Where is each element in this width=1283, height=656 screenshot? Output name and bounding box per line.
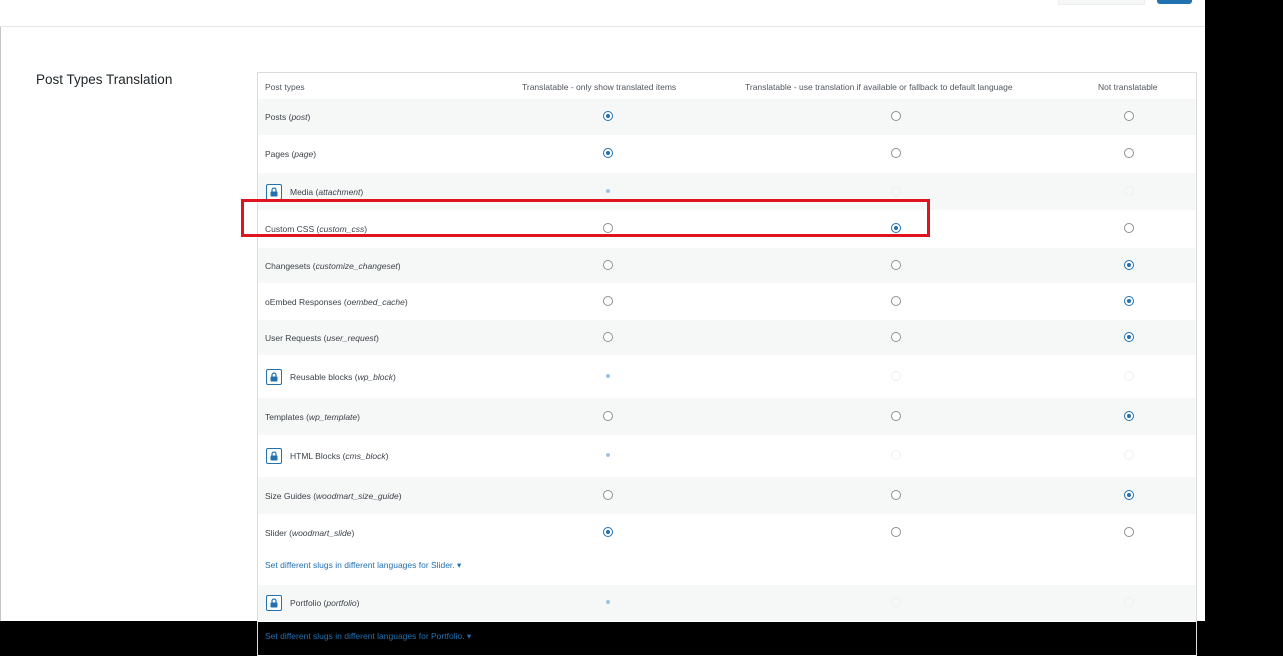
post-type-label: Slider (woodmart_slide) [265, 527, 355, 538]
radio-translatable-fallback [891, 185, 901, 196]
radio-translatable-only[interactable] [603, 295, 613, 306]
lock-icon[interactable] [266, 448, 282, 464]
top-bar [0, 0, 1205, 27]
radio-not-translatable[interactable] [1124, 331, 1134, 342]
post-type-slug: user_request [326, 332, 377, 343]
radio-translatable-fallback [891, 450, 901, 460]
radio-translatable-only [603, 597, 613, 607]
radio-not-translatable[interactable] [1124, 410, 1134, 421]
radio-not-translatable [1124, 597, 1134, 607]
highlight-box [241, 199, 930, 237]
radio-not-translatable[interactable] [1124, 223, 1134, 233]
header-translatable-only: Translatable - only show translated item… [522, 82, 677, 92]
post-type-slug: wp_template [308, 411, 358, 422]
radio-not-translatable[interactable] [1124, 259, 1134, 270]
radio-translatable-fallback[interactable] [891, 148, 901, 158]
top-secondary-button[interactable] [1058, 0, 1145, 5]
top-primary-button[interactable] [1157, 0, 1192, 4]
post-type-slug: portfolio [326, 598, 357, 608]
radio-translatable-only[interactable] [603, 410, 613, 421]
post-type-slug: customize_changeset [315, 260, 398, 271]
radio-translatable-fallback[interactable] [891, 526, 901, 537]
post-type-label: HTML Blocks (cms_block) [290, 451, 389, 461]
radio-translatable-fallback[interactable] [891, 111, 901, 121]
post-type-slug: cms_block [345, 451, 386, 461]
table-row: Changesets (customize_changeset) [258, 248, 1196, 284]
post-type-slug: attachment [318, 186, 361, 197]
table-row: oEmbed Responses (oembed_cache) [258, 284, 1196, 320]
post-types-table: Post types Translatable - only show tran… [257, 72, 1197, 656]
post-type-label: Reusable blocks (wp_block) [290, 371, 396, 382]
table-row: Posts (post) [258, 99, 1196, 136]
post-type-slug: woodmart_size_guide [316, 490, 399, 501]
table-header: Post types Translatable - only show tran… [258, 73, 1196, 99]
radio-translatable-only[interactable] [603, 526, 613, 537]
radio-not-translatable[interactable] [1124, 489, 1134, 500]
radio-not-translatable[interactable] [1124, 148, 1134, 158]
radio-not-translatable [1124, 370, 1134, 381]
lock-icon[interactable] [266, 368, 282, 385]
post-type-label: oEmbed Responses (oembed_cache) [265, 296, 408, 307]
post-type-label: Changesets (customize_changeset) [265, 260, 401, 271]
radio-not-translatable [1124, 185, 1134, 196]
table-row: Portfolio (portfolio) [258, 585, 1196, 622]
radio-not-translatable [1124, 450, 1134, 460]
radio-translatable-fallback[interactable] [891, 295, 901, 306]
slug-row: Set different slugs in different languag… [258, 622, 1196, 656]
table-row: Slider (woodmart_slide) [258, 515, 1196, 551]
post-type-label: User Requests (user_request) [265, 332, 379, 343]
radio-translatable-only[interactable] [603, 489, 613, 500]
post-type-label: Portfolio (portfolio) [290, 598, 360, 608]
radio-translatable-only [603, 450, 613, 460]
post-type-label: Media (attachment) [290, 186, 364, 197]
section-title: Post Types Translation [36, 72, 173, 87]
radio-translatable-fallback[interactable] [891, 259, 901, 270]
radio-not-translatable[interactable] [1124, 526, 1134, 537]
radio-translatable-fallback [891, 370, 901, 381]
table-row: HTML Blocks (cms_block) [258, 436, 1196, 477]
post-type-label: Posts (post) [265, 112, 311, 122]
post-type-slug: post [291, 112, 308, 122]
table-row: Size Guides (woodmart_size_guide) [258, 477, 1196, 515]
table-row: Pages (page) [258, 136, 1196, 173]
post-type-slug: page [294, 149, 314, 159]
set-slugs-link-slider[interactable]: Set different slugs in different languag… [265, 560, 461, 571]
header-translatable-fallback: Translatable - use translation if availa… [745, 82, 1013, 92]
post-type-slug: oembed_cache [346, 296, 405, 307]
header-post-types: Post types [265, 82, 305, 92]
radio-translatable-fallback [891, 597, 901, 607]
radio-translatable-only[interactable] [603, 148, 613, 158]
lock-icon[interactable] [266, 595, 282, 611]
lock-icon[interactable] [266, 183, 282, 200]
post-type-slug: woodmart_slide [291, 527, 352, 538]
radio-not-translatable[interactable] [1124, 295, 1134, 306]
radio-not-translatable[interactable] [1124, 111, 1134, 121]
table-row: Reusable blocks (wp_block) [258, 356, 1196, 398]
post-type-label: Pages (page) [265, 149, 317, 159]
radio-translatable-fallback[interactable] [891, 489, 901, 500]
post-type-slug: wp_block [357, 371, 393, 382]
settings-panel: Post Types Translation Post types Transl… [0, 0, 1205, 656]
radio-translatable-fallback[interactable] [891, 410, 901, 421]
post-type-label: Size Guides (woodmart_size_guide) [265, 490, 402, 501]
radio-translatable-only [603, 186, 613, 196]
set-slugs-link-portfolio[interactable]: Set different slugs in different languag… [265, 631, 471, 642]
radio-translatable-only[interactable] [603, 111, 613, 121]
panel-border [0, 0, 1, 621]
header-not-translatable: Not translatable [1098, 82, 1158, 92]
slug-row: Set different slugs in different languag… [258, 551, 1196, 585]
table-row: User Requests (user_request) [258, 320, 1196, 356]
radio-translatable-only [603, 371, 613, 381]
radio-translatable-only[interactable] [603, 259, 613, 270]
table-row: Templates (wp_template) [258, 398, 1196, 436]
post-type-label: Templates (wp_template) [265, 411, 360, 422]
radio-translatable-fallback[interactable] [891, 331, 901, 342]
radio-translatable-only[interactable] [603, 331, 613, 342]
